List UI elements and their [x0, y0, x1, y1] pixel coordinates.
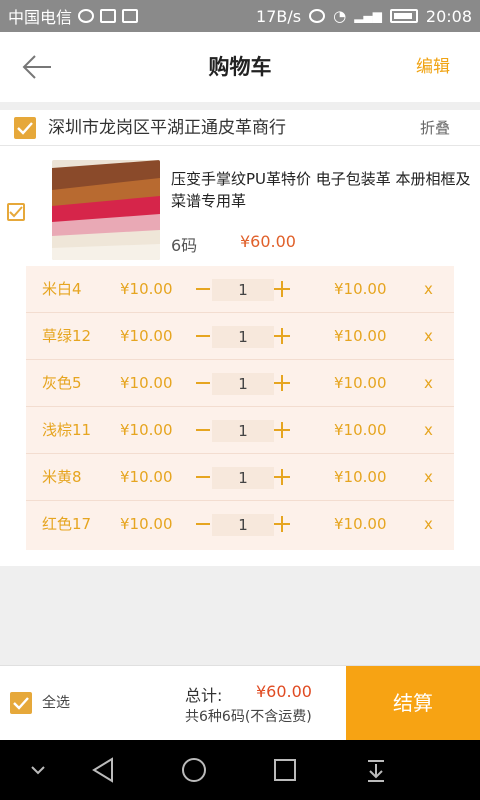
product-image[interactable] [52, 160, 160, 260]
page-title: 购物车 [208, 55, 272, 79]
delete-button[interactable]: x [424, 501, 433, 548]
variant-subtotal: ¥10.00 [334, 468, 387, 486]
status-bar: 中国电信 17B/s ◔ ▂▄▆ 20:08 [0, 0, 480, 32]
checkout-bar: 全选 总计: ¥60.00 共6种6码(不含运费) 结算 [0, 665, 480, 741]
quantity-input[interactable]: 1 [212, 279, 274, 301]
quantity-input[interactable]: 1 [212, 326, 274, 348]
variant-subtotal: ¥10.00 [334, 515, 387, 533]
check-icon [9, 206, 23, 218]
system-nav-bar [0, 740, 480, 800]
product-name[interactable]: 压变手掌纹PU革特价 电子包装革 本册相框及菜谱专用革 [171, 168, 471, 212]
app-header: 购物车 编辑 [0, 32, 480, 102]
variant-color: 米白4 [42, 280, 82, 298]
minus-button[interactable] [196, 429, 210, 431]
variant-row: 草绿12 ¥10.00 1 ¥10.00 x [26, 313, 454, 360]
total-summary: 共6种6码(不含运费) [185, 709, 312, 725]
check-icon [17, 122, 33, 135]
variant-row: 米白4 ¥10.00 1 ¥10.00 x [26, 266, 454, 313]
variant-price: ¥10.00 [120, 515, 173, 533]
leather-swatches-image [52, 160, 160, 260]
checkout-button[interactable]: 结算 [346, 666, 480, 741]
total-value: ¥60.00 [256, 682, 312, 701]
total-label: 总计: [185, 686, 223, 705]
variant-row: 灰色5 ¥10.00 1 ¥10.00 x [26, 360, 454, 407]
bag-icon [122, 9, 139, 23]
arrow-left-icon [22, 55, 51, 79]
delete-button[interactable]: x [424, 313, 433, 360]
plus-button[interactable] [274, 422, 290, 438]
recents-square-icon[interactable] [269, 754, 301, 786]
variant-color: 米黄8 [42, 468, 82, 486]
image-icon [100, 9, 117, 23]
variant-price: ¥10.00 [120, 374, 173, 392]
shop-name[interactable]: 深圳市龙岗区平湖正通皮革商行 [48, 110, 286, 146]
fold-button[interactable]: 折叠 [420, 110, 450, 146]
signal-icon: ▂▄▆ [354, 9, 382, 23]
home-circle-icon[interactable] [178, 754, 210, 786]
product-unit: 6码 [171, 236, 198, 255]
product-price: ¥60.00 [240, 232, 296, 251]
variant-subtotal: ¥10.00 [334, 374, 387, 392]
clock: 20:08 [425, 6, 472, 26]
alarm-icon [309, 9, 326, 23]
select-all-label[interactable]: 全选 [42, 666, 70, 741]
plus-button[interactable] [274, 469, 290, 485]
cart-shop-card: 深圳市龙岗区平湖正通皮革商行 折叠 压变手掌纹PU革特价 电子包装革 本册相框及… [0, 110, 480, 566]
delete-button[interactable]: x [424, 454, 433, 501]
back-button[interactable] [22, 54, 52, 80]
variant-price: ¥10.00 [120, 421, 173, 439]
select-all-checkbox[interactable] [10, 692, 32, 714]
back-triangle-icon[interactable] [88, 754, 120, 786]
quantity-input[interactable]: 1 [212, 467, 274, 489]
shop-checkbox[interactable] [14, 117, 36, 139]
delete-button[interactable]: x [424, 266, 433, 313]
plus-button[interactable] [274, 516, 290, 532]
minus-button[interactable] [196, 335, 210, 337]
plus-button[interactable] [274, 328, 290, 344]
minus-button[interactable] [196, 288, 210, 290]
delete-button[interactable]: x [424, 360, 433, 407]
variant-subtotal: ¥10.00 [334, 280, 387, 298]
variant-color: 灰色5 [42, 374, 82, 392]
carrier-label: 中国电信 [8, 8, 73, 27]
minus-button[interactable] [196, 382, 210, 384]
variant-color: 红色17 [42, 515, 92, 533]
variant-color: 草绿12 [42, 327, 92, 345]
variant-list: 米白4 ¥10.00 1 ¥10.00 x 草绿12 ¥10.00 1 ¥10.… [26, 266, 454, 550]
check-icon [13, 697, 29, 710]
variant-subtotal: ¥10.00 [334, 327, 387, 345]
variant-subtotal: ¥10.00 [334, 421, 387, 439]
variant-price: ¥10.00 [120, 327, 173, 345]
variant-row: 浅棕11 ¥10.00 1 ¥10.00 x [26, 407, 454, 454]
minus-button[interactable] [196, 476, 210, 478]
product-checkbox[interactable] [7, 203, 25, 221]
shop-row: 深圳市龙岗区平湖正通皮革商行 折叠 [0, 110, 480, 146]
wifi-icon: ◔ [333, 7, 347, 25]
plus-button[interactable] [274, 375, 290, 391]
battery-icon [389, 9, 418, 23]
variant-row: 红色17 ¥10.00 1 ¥10.00 x [26, 501, 454, 548]
variant-color: 浅棕11 [42, 421, 92, 439]
plus-button[interactable] [274, 281, 290, 297]
network-speed: 17B/s [256, 6, 302, 26]
hotspot-icon [78, 9, 95, 23]
variant-row: 米黄8 ¥10.00 1 ¥10.00 x [26, 454, 454, 501]
notification-pull-icon[interactable] [360, 754, 392, 786]
delete-button[interactable]: x [424, 407, 433, 454]
variant-price: ¥10.00 [120, 468, 173, 486]
chevron-down-icon[interactable] [22, 754, 54, 786]
quantity-input[interactable]: 1 [212, 514, 274, 536]
divider [0, 102, 480, 110]
quantity-input[interactable]: 1 [212, 373, 274, 395]
minus-button[interactable] [196, 523, 210, 525]
quantity-input[interactable]: 1 [212, 420, 274, 442]
edit-button[interactable]: 编辑 [416, 32, 450, 102]
variant-price: ¥10.00 [120, 280, 173, 298]
